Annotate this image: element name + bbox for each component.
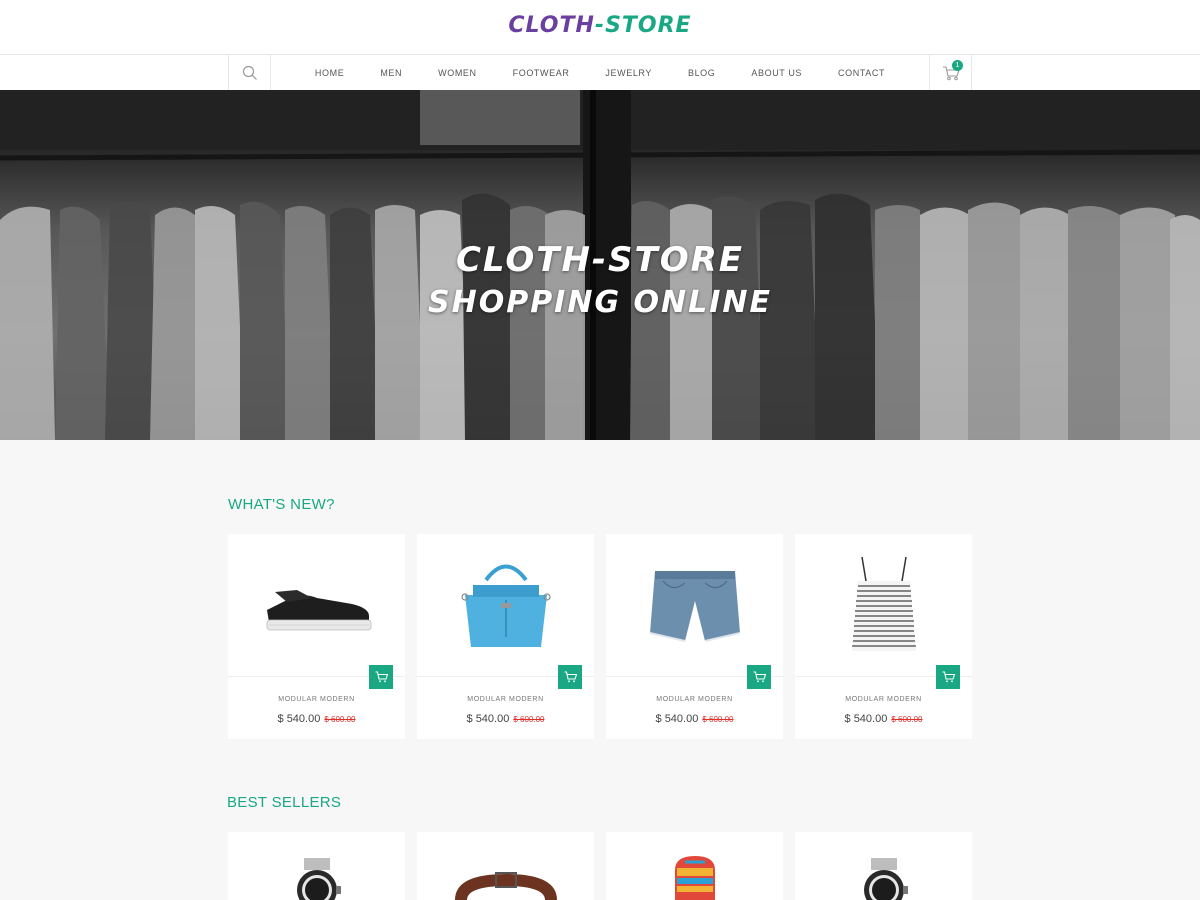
cart-icon — [564, 671, 577, 683]
backpack-image[interactable] — [606, 832, 783, 900]
old-price: $ 600.00 — [891, 715, 923, 724]
nav-item-men[interactable]: MEN — [362, 68, 420, 78]
product-price: $ 540.00 — [466, 713, 510, 725]
whats-new-heading: WHAT'S NEW? — [228, 496, 335, 513]
hero-banner: CLOTH-STORE SHOPPING ONLINE — [0, 90, 1200, 440]
product-card[interactable] — [417, 832, 594, 900]
add-to-cart-button[interactable] — [747, 665, 771, 689]
price-row: $ 540.00 $ 600.00 — [417, 709, 594, 727]
product-card[interactable] — [795, 832, 972, 900]
best-sellers-heading: BEST SELLERS — [227, 794, 342, 811]
nav-item-blog[interactable]: BLOG — [670, 68, 733, 78]
logo-part-store: STORE — [605, 13, 692, 38]
product-name[interactable]: MODULAR MODERN — [417, 696, 594, 703]
search-button[interactable] — [229, 55, 271, 90]
belt-image[interactable] — [417, 832, 594, 900]
product-card[interactable]: MODULAR MODERN $ 540.00 $ 600.00 — [417, 534, 594, 739]
cart-icon — [942, 671, 955, 683]
product-price: $ 540.00 — [655, 713, 699, 725]
cart-count-badge: 1 — [952, 60, 963, 71]
logo-dash: - — [594, 13, 606, 38]
cart-icon — [753, 671, 766, 683]
watch-image[interactable] — [795, 832, 972, 900]
nav-menu: HOME MEN WOMEN FOOTWEAR JEWELRY BLOG ABO… — [271, 55, 929, 90]
denim-shorts-image[interactable] — [606, 534, 783, 676]
old-price: $ 600.00 — [324, 715, 356, 724]
add-to-cart-button[interactable] — [369, 665, 393, 689]
sneaker-image[interactable] — [228, 534, 405, 676]
main-navigation: HOME MEN WOMEN FOOTWEAR JEWELRY BLOG ABO… — [0, 55, 1200, 90]
hero-subtitle: SHOPPING ONLINE — [427, 285, 773, 320]
product-card[interactable] — [606, 832, 783, 900]
old-price: $ 600.00 — [513, 715, 545, 724]
price-row: $ 540.00 $ 600.00 — [606, 709, 783, 727]
product-card[interactable]: MODULAR MODERN $ 540.00 $ 600.00 — [606, 534, 783, 739]
product-price: $ 540.00 — [844, 713, 888, 725]
product-name[interactable]: MODULAR MODERN — [228, 696, 405, 703]
nav-item-footwear[interactable]: FOOTWEAR — [495, 68, 588, 78]
product-name[interactable]: MODULAR MODERN — [606, 696, 783, 703]
add-to-cart-button[interactable] — [936, 665, 960, 689]
old-price: $ 600.00 — [702, 715, 734, 724]
search-icon — [242, 65, 257, 80]
price-row: $ 540.00 $ 600.00 — [795, 709, 972, 727]
header-cart-button[interactable]: 1 — [929, 55, 971, 90]
nav-item-contact[interactable]: CONTACT — [820, 68, 903, 78]
price-row: $ 540.00 $ 600.00 — [228, 709, 405, 727]
nav-item-home[interactable]: HOME — [297, 68, 362, 78]
product-price: $ 540.00 — [277, 713, 321, 725]
nav-item-about-us[interactable]: ABOUT US — [733, 68, 820, 78]
nav-item-jewelry[interactable]: JEWELRY — [587, 68, 670, 78]
product-name[interactable]: MODULAR MODERN — [795, 696, 972, 703]
striped-top-image[interactable] — [795, 534, 972, 676]
logo-part-cloth: CLOTH — [508, 13, 595, 38]
hero-title: CLOTH-STORE — [455, 240, 745, 280]
site-logo[interactable]: CLOTH-STORE — [0, 13, 1200, 38]
product-card[interactable]: MODULAR MODERN $ 540.00 $ 600.00 — [795, 534, 972, 739]
best-sellers-products — [228, 832, 972, 900]
add-to-cart-button[interactable] — [558, 665, 582, 689]
product-card[interactable]: MODULAR MODERN $ 540.00 $ 600.00 — [228, 534, 405, 739]
cart-icon — [375, 671, 388, 683]
watch-image[interactable] — [228, 832, 405, 900]
whats-new-products: MODULAR MODERN $ 540.00 $ 600.00 MODULAR… — [228, 534, 972, 739]
handbag-image[interactable] — [417, 534, 594, 676]
header: CLOTH-STORE — [0, 0, 1200, 55]
product-card[interactable] — [228, 832, 405, 900]
nav-container: HOME MEN WOMEN FOOTWEAR JEWELRY BLOG ABO… — [228, 55, 972, 90]
nav-item-women[interactable]: WOMEN — [420, 68, 495, 78]
